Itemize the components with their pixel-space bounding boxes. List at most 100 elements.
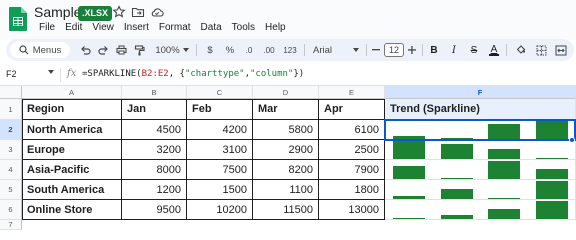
header-cell-d[interactable]: Mar: [253, 99, 319, 120]
number-format-button[interactable]: 123: [282, 42, 298, 58]
value-cell[interactable]: 6100: [319, 120, 385, 140]
row-header-7[interactable]: 7: [0, 220, 22, 230]
row-header-3[interactable]: 3: [0, 140, 22, 160]
select-all-corner[interactable]: [0, 86, 22, 99]
row-header-1[interactable]: 1: [0, 99, 22, 120]
print-button[interactable]: [114, 42, 128, 58]
menu-tools[interactable]: Tools: [227, 22, 260, 34]
value-cell[interactable]: 11500: [253, 200, 319, 220]
column-header-a[interactable]: A: [22, 86, 122, 99]
minus-icon: [372, 49, 380, 51]
value-cell[interactable]: 9500: [122, 200, 187, 220]
value-cell[interactable]: 3100: [187, 140, 253, 160]
menu-view[interactable]: View: [87, 22, 119, 34]
fill-handle[interactable]: [569, 137, 575, 143]
value-cell[interactable]: 1800: [319, 180, 385, 200]
borders-button[interactable]: [534, 42, 548, 58]
currency-format-button[interactable]: $: [204, 42, 216, 58]
menu-edit[interactable]: Edit: [60, 22, 87, 34]
sparkline-cell[interactable]: [385, 140, 576, 160]
row-header-2[interactable]: 2: [0, 120, 22, 140]
sparkline-cell[interactable]: [385, 180, 576, 200]
row-header-4[interactable]: 4: [0, 160, 22, 180]
value-cell[interactable]: 2500: [319, 140, 385, 160]
header-cell-e[interactable]: Apr: [319, 99, 385, 120]
toolbar-divider: [304, 44, 305, 56]
row-header-6[interactable]: 6: [0, 200, 22, 220]
column-header-d[interactable]: D: [253, 86, 319, 99]
increase-font-size-button[interactable]: [406, 42, 418, 58]
increase-decimal-label: .00: [263, 45, 275, 55]
document-title[interactable]: Sample: [34, 4, 81, 20]
text-color-button[interactable]: A: [488, 42, 500, 58]
value-cell[interactable]: 8200: [253, 160, 319, 180]
value-cell[interactable]: 8000: [122, 160, 187, 180]
region-cell[interactable]: Asia-Pacific: [22, 160, 122, 180]
fill-color-button[interactable]: [514, 42, 528, 58]
row-header-5[interactable]: 5: [0, 180, 22, 200]
value-cell[interactable]: 10200: [187, 200, 253, 220]
font-size-input[interactable]: 12: [384, 43, 404, 57]
value-cell[interactable]: 5800: [253, 120, 319, 140]
decrease-decimal-button[interactable]: .0: [242, 42, 256, 58]
value-cell[interactable]: 1100: [253, 180, 319, 200]
header-cell-a[interactable]: Region: [22, 99, 122, 120]
column-header-c[interactable]: C: [187, 86, 253, 99]
value-cell[interactable]: 7500: [187, 160, 253, 180]
sparkline-bar: [393, 196, 425, 199]
chevron-down-icon[interactable]: [48, 70, 54, 74]
value-cell[interactable]: 1200: [122, 180, 187, 200]
column-header-b[interactable]: B: [122, 86, 187, 99]
region-cell[interactable]: North America: [22, 120, 122, 140]
menu-insert[interactable]: Insert: [119, 22, 154, 34]
header-cell-b[interactable]: Jan: [122, 99, 187, 120]
zoom-select[interactable]: 100%: [154, 42, 190, 58]
menu-file[interactable]: File: [34, 22, 60, 34]
value-cell[interactable]: 2900: [253, 140, 319, 160]
toolbar-divider: [422, 44, 423, 56]
region-cell[interactable]: Online Store: [22, 200, 122, 220]
column-header-f[interactable]: F: [385, 86, 576, 99]
menu-help[interactable]: Help: [260, 22, 291, 34]
borders-icon: [536, 45, 546, 55]
sheets-logo-icon[interactable]: [8, 6, 28, 32]
sparkline-cell[interactable]: [385, 160, 576, 180]
star-icon[interactable]: [112, 5, 126, 19]
merge-cells-icon: [555, 45, 567, 55]
strikethrough-button[interactable]: S: [468, 42, 480, 58]
value-cell[interactable]: 13000: [319, 200, 385, 220]
value-cell[interactable]: 1500: [187, 180, 253, 200]
italic-button[interactable]: I: [448, 42, 460, 58]
search-menus-button[interactable]: Menus: [10, 42, 70, 58]
header-cell-f[interactable]: Trend (Sparkline): [385, 99, 576, 120]
value-cell[interactable]: 4200: [187, 120, 253, 140]
menu-data[interactable]: Data: [196, 22, 227, 34]
sparkline-bar: [536, 201, 568, 219]
redo-icon: [97, 46, 108, 55]
column-header-e[interactable]: E: [319, 86, 385, 99]
move-to-folder-icon[interactable]: [131, 5, 145, 19]
header-cell-c[interactable]: Feb: [187, 99, 253, 120]
percent-format-button[interactable]: %: [224, 42, 236, 58]
increase-decimal-button[interactable]: .00: [260, 42, 278, 58]
value-cell[interactable]: 3200: [122, 140, 187, 160]
sparkline-cell[interactable]: [385, 200, 576, 220]
decrease-font-size-button[interactable]: [370, 42, 382, 58]
value-cell[interactable]: 7900: [319, 160, 385, 180]
formula-bar: F2 fx =SPARKLINE(B2:E2, {"charttype","co…: [0, 64, 576, 86]
menu-format[interactable]: Format: [154, 22, 196, 34]
name-box[interactable]: F2: [6, 69, 17, 79]
sparkline-bar: [536, 181, 568, 199]
paint-format-button[interactable]: [132, 42, 146, 58]
merge-cells-button[interactable]: [554, 42, 568, 58]
sparkline-cell[interactable]: [385, 120, 576, 140]
font-select[interactable]: Arial: [310, 42, 362, 58]
region-cell[interactable]: Europe: [22, 140, 122, 160]
undo-button[interactable]: [78, 42, 92, 58]
region-cell[interactable]: South America: [22, 180, 122, 200]
value-cell[interactable]: 4500: [122, 120, 187, 140]
cloud-status-icon[interactable]: [150, 5, 164, 19]
bold-button[interactable]: B: [428, 42, 440, 58]
redo-button[interactable]: [96, 42, 110, 58]
formula-input[interactable]: =SPARKLINE(B2:E2, {"charttype","column"}…: [82, 69, 304, 79]
